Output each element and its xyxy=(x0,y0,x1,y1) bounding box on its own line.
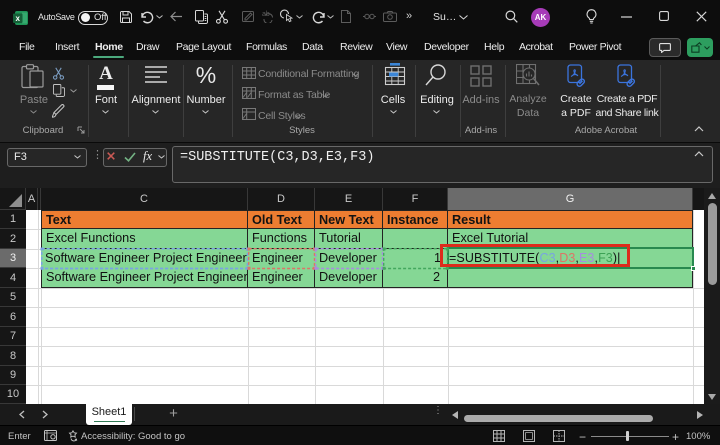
svg-text:x: x xyxy=(15,14,20,23)
